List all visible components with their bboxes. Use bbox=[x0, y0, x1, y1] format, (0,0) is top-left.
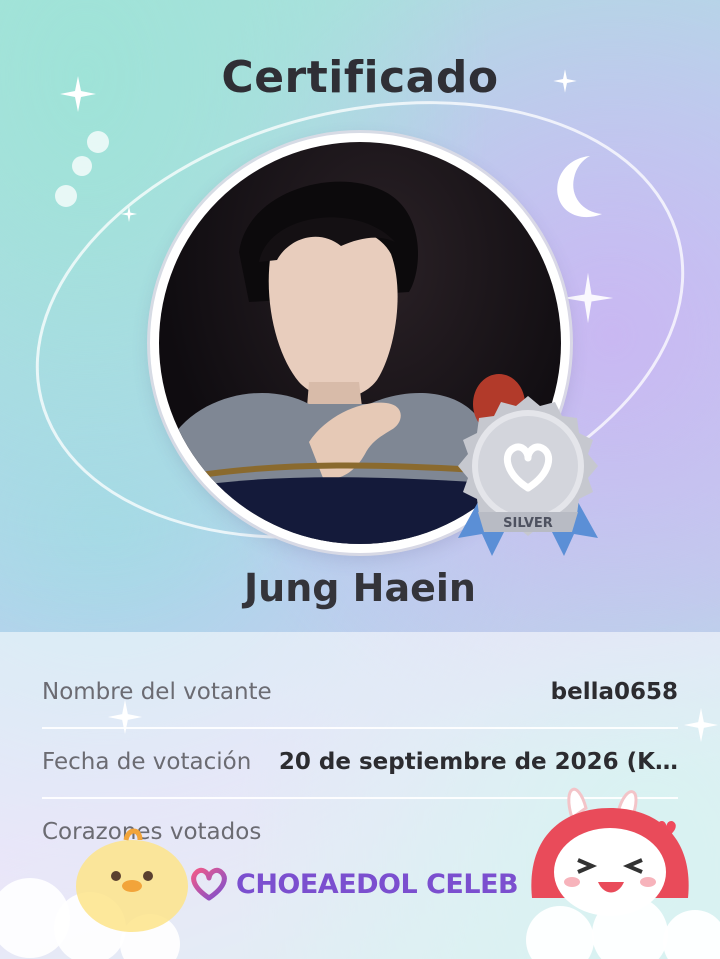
hearts-label: Corazones votados bbox=[42, 819, 262, 845]
heart-icon: ♥ bbox=[654, 817, 678, 847]
date-label: Fecha de votación bbox=[42, 749, 252, 775]
voter-value: bella0658 bbox=[550, 679, 678, 705]
badge-label: SILVER bbox=[503, 516, 553, 531]
hearts-value: 2.000 bbox=[575, 820, 649, 846]
hearts-row: Corazones votados 2.000 ♥ bbox=[42, 797, 678, 867]
page-title: Certificado bbox=[221, 52, 499, 103]
celebrity-name: Jung Haein bbox=[244, 566, 476, 610]
heart-logo-icon bbox=[191, 867, 227, 901]
hearts-value-wrap: 2.000 ♥ bbox=[576, 817, 678, 847]
crescent-moon-icon bbox=[557, 156, 602, 218]
bubble-dots-decoration bbox=[55, 131, 109, 207]
date-row: Fecha de votación 20 de septiembre de 20… bbox=[42, 727, 678, 797]
date-value: 20 de septiembre de 2026 (K… bbox=[278, 749, 678, 775]
sparkle-icon bbox=[120, 205, 138, 223]
voter-label: Nombre del votante bbox=[42, 679, 272, 705]
silver-badge-icon: SILVER bbox=[458, 396, 598, 556]
voter-row: Nombre del votante bella0658 bbox=[42, 657, 678, 727]
brand-name: CHOEAEDOL CELEB bbox=[236, 868, 519, 900]
brand-logo: CHOEAEDOL CELEB bbox=[188, 862, 519, 906]
